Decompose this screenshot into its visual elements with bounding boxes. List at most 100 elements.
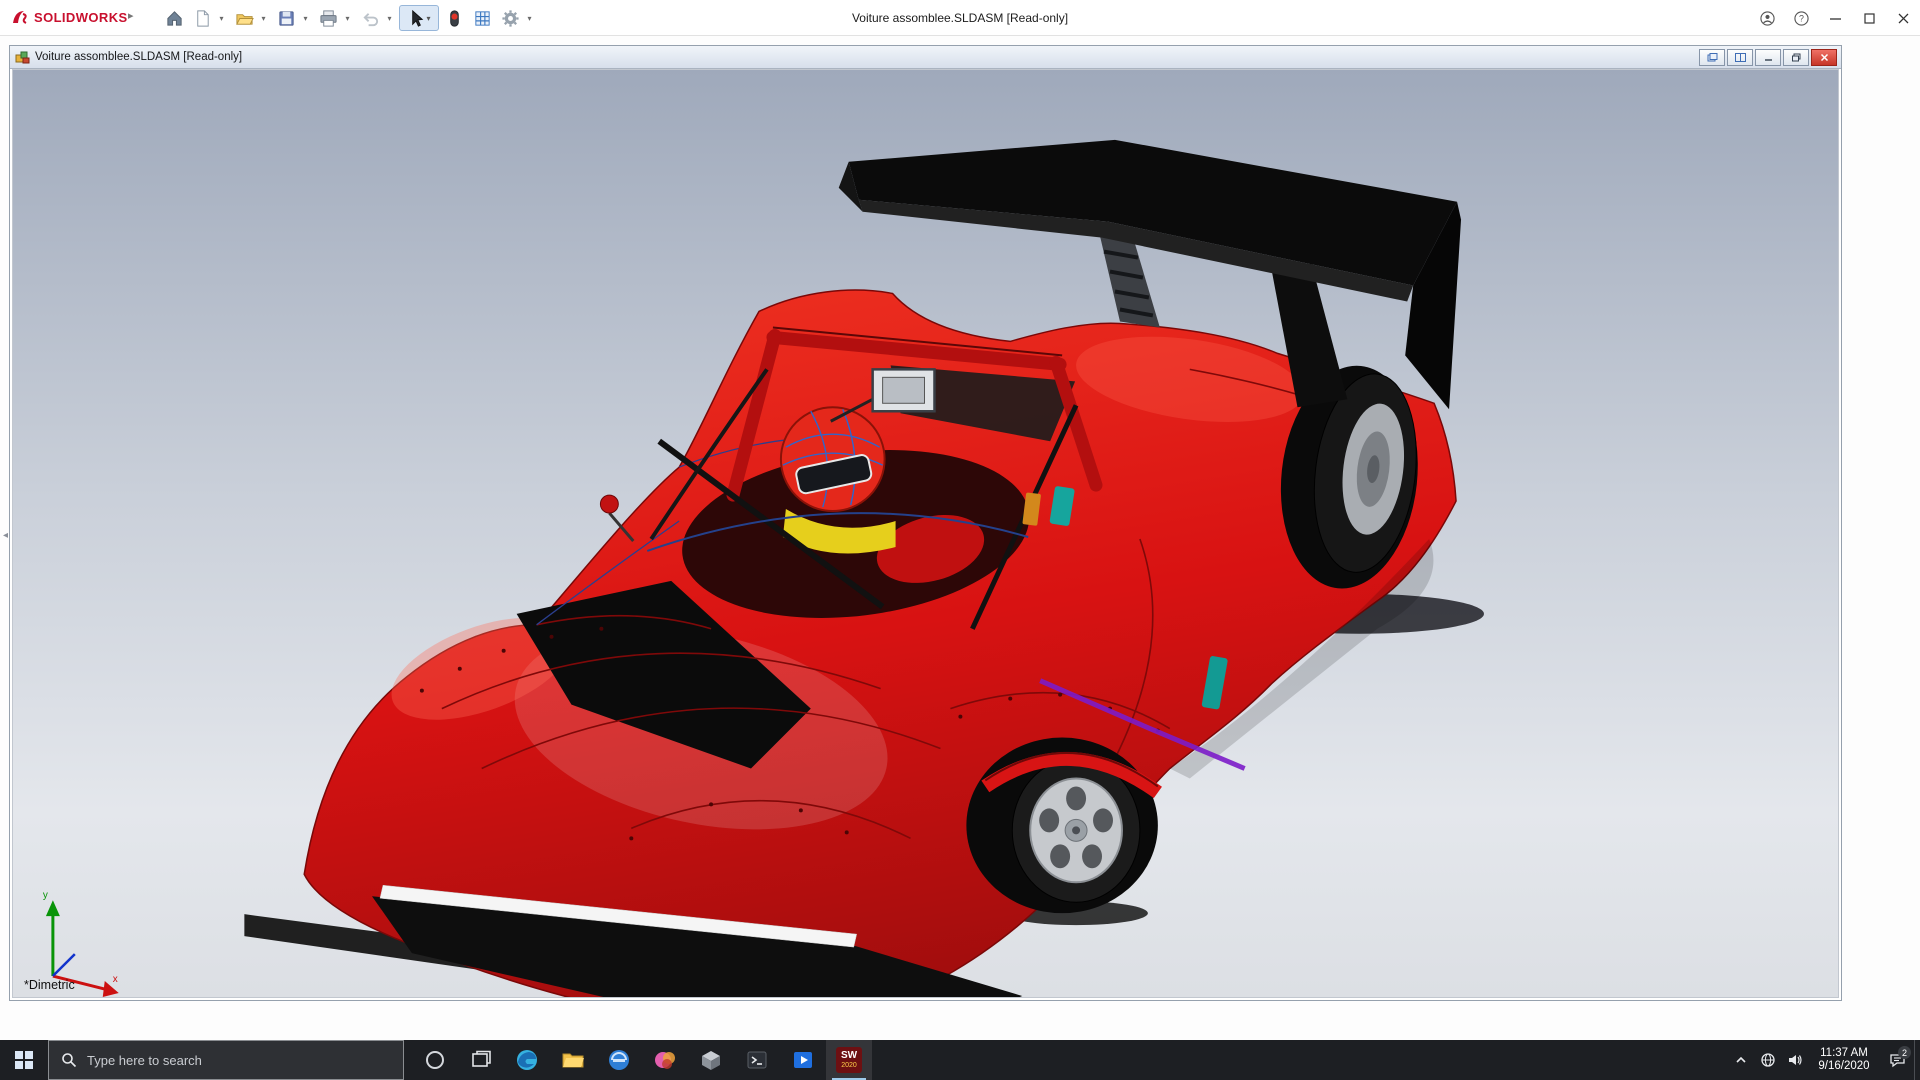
doc-minimize-button[interactable]	[1755, 49, 1781, 66]
network-globe-icon	[1760, 1052, 1776, 1068]
clock-time: 11:37 AM	[1808, 1047, 1880, 1060]
taskbar-search-input[interactable]: Type here to search	[48, 1040, 404, 1080]
volume-icon	[1787, 1052, 1803, 1068]
maximize-button[interactable]	[1852, 0, 1886, 36]
open-button[interactable]	[231, 5, 257, 31]
open-icon	[235, 9, 254, 28]
select-cursor-icon	[407, 9, 426, 28]
taskbar-app-edge[interactable]	[504, 1040, 550, 1080]
home-button[interactable]	[161, 5, 187, 31]
brand-name: SOLIDWORKS	[34, 10, 128, 25]
evaluate-table-icon	[473, 9, 492, 28]
svg-text:y: y	[43, 890, 48, 901]
doc-window-extra-button-1[interactable]	[1699, 49, 1725, 66]
account-button[interactable]	[1750, 0, 1784, 36]
maximize-icon	[1862, 11, 1877, 26]
photos-icon	[653, 1048, 677, 1072]
svg-text:?: ?	[1799, 13, 1804, 23]
doc-restore-icon	[1791, 53, 1802, 62]
doc-window-extra-button-2[interactable]	[1727, 49, 1753, 66]
front-wheel[interactable]	[966, 738, 1157, 914]
save-dropdown[interactable]: ▾	[300, 5, 311, 31]
document-window-controls	[1699, 49, 1837, 66]
solidworks-logo: SOLIDWORKS	[10, 8, 128, 26]
open-dropdown[interactable]: ▾	[258, 5, 269, 31]
minimize-icon	[1828, 11, 1843, 26]
terminal-icon	[745, 1048, 769, 1072]
solidworks-taskbar-icon: SW 2020	[836, 1047, 862, 1073]
cad-cube-icon	[699, 1048, 723, 1072]
show-desktop-button[interactable]	[1914, 1040, 1918, 1080]
system-tray: 11:37 AM 9/16/2020 2	[1727, 1040, 1918, 1080]
start-button[interactable]	[0, 1040, 48, 1080]
appearance-icon	[445, 9, 464, 28]
taskbar: Type here to search	[0, 1040, 1920, 1080]
select-tool-dropdown[interactable]: ▾	[426, 14, 430, 23]
options-dropdown[interactable]: ▾	[524, 5, 535, 31]
app-workspace: ◂ Voiture assomblee.SLDASM [Read-only]	[0, 36, 1920, 1040]
doc-minimize-icon	[1763, 53, 1774, 62]
windows-logo-icon	[15, 1051, 33, 1069]
taskbar-app-solidworks[interactable]: SW 2020	[826, 1040, 872, 1080]
doc-close-icon	[1819, 53, 1830, 62]
document-window: Voiture assomblee.SLDASM [Read-only]	[9, 45, 1842, 1001]
close-button[interactable]	[1886, 0, 1920, 36]
doc-restore-button[interactable]	[1783, 49, 1809, 66]
appearance-button[interactable]	[441, 5, 467, 31]
app-titlebar: SOLIDWORKS ▸ ▾ ▾	[0, 0, 1920, 36]
taskbar-app-cad-cube[interactable]	[688, 1040, 734, 1080]
search-placeholder: Type here to search	[87, 1053, 202, 1068]
network-button[interactable]	[1754, 1040, 1781, 1080]
graphics-viewport[interactable]: x y *Dimetric	[12, 69, 1839, 998]
save-icon	[277, 9, 296, 28]
help-button[interactable]: ?	[1784, 0, 1818, 36]
edge-icon	[515, 1048, 539, 1072]
toolbar-expand-icon[interactable]: ▸	[128, 9, 134, 22]
action-center-button[interactable]: 2	[1880, 1040, 1914, 1080]
solidworks-abbr: SW	[841, 1051, 857, 1061]
view-orientation-label: *Dimetric	[24, 978, 75, 992]
account-icon	[1760, 11, 1775, 26]
browser-icon	[607, 1048, 631, 1072]
tray-chevron-button[interactable]	[1727, 1040, 1754, 1080]
notification-badge: 2	[1898, 1046, 1911, 1059]
volume-button[interactable]	[1781, 1040, 1808, 1080]
new-document-dropdown[interactable]: ▾	[216, 5, 227, 31]
print-button[interactable]	[315, 5, 341, 31]
taskbar-app-media[interactable]	[780, 1040, 826, 1080]
media-app-icon	[791, 1048, 815, 1072]
task-view-icon	[469, 1048, 493, 1072]
undo-button[interactable]	[357, 5, 383, 31]
home-icon	[165, 9, 184, 28]
undo-dropdown[interactable]: ▾	[384, 5, 395, 31]
options-gear-icon	[501, 9, 520, 28]
document-titlebar[interactable]: Voiture assomblee.SLDASM [Read-only]	[10, 46, 1841, 69]
taskbar-app-terminal[interactable]	[734, 1040, 780, 1080]
taskbar-app-photos[interactable]	[642, 1040, 688, 1080]
screen: SOLIDWORKS ▸ ▾ ▾	[0, 0, 1920, 1080]
taskbar-app-file-explorer[interactable]	[550, 1040, 596, 1080]
titlebar-right-controls: ?	[1750, 0, 1920, 36]
options-button[interactable]	[497, 5, 523, 31]
solidworks-year: 2020	[841, 1062, 857, 1069]
new-document-button[interactable]	[189, 5, 215, 31]
print-dropdown[interactable]: ▾	[342, 5, 353, 31]
new-document-icon	[193, 9, 212, 28]
minimize-button[interactable]	[1818, 0, 1852, 36]
undo-icon	[361, 9, 380, 28]
task-view-button[interactable]	[458, 1040, 504, 1080]
file-explorer-icon	[561, 1048, 585, 1072]
select-tool-button[interactable]: ▾	[399, 5, 439, 31]
app-title: Voiture assomblee.SLDASM [Read-only]	[852, 0, 1068, 36]
taskbar-clock[interactable]: 11:37 AM 9/16/2020	[1808, 1047, 1880, 1073]
doc-close-button[interactable]	[1811, 49, 1837, 66]
cortana-button[interactable]	[412, 1040, 458, 1080]
quick-access-toolbar: ▾ ▾ ▾	[160, 3, 538, 33]
save-button[interactable]	[273, 5, 299, 31]
assembly-document-icon	[15, 50, 30, 65]
cortana-icon	[423, 1048, 447, 1072]
document-title: Voiture assomblee.SLDASM [Read-only]	[35, 51, 242, 63]
viewport-3d-scene[interactable]: x y	[13, 70, 1838, 997]
evaluate-button[interactable]	[469, 5, 495, 31]
taskbar-app-browser[interactable]	[596, 1040, 642, 1080]
